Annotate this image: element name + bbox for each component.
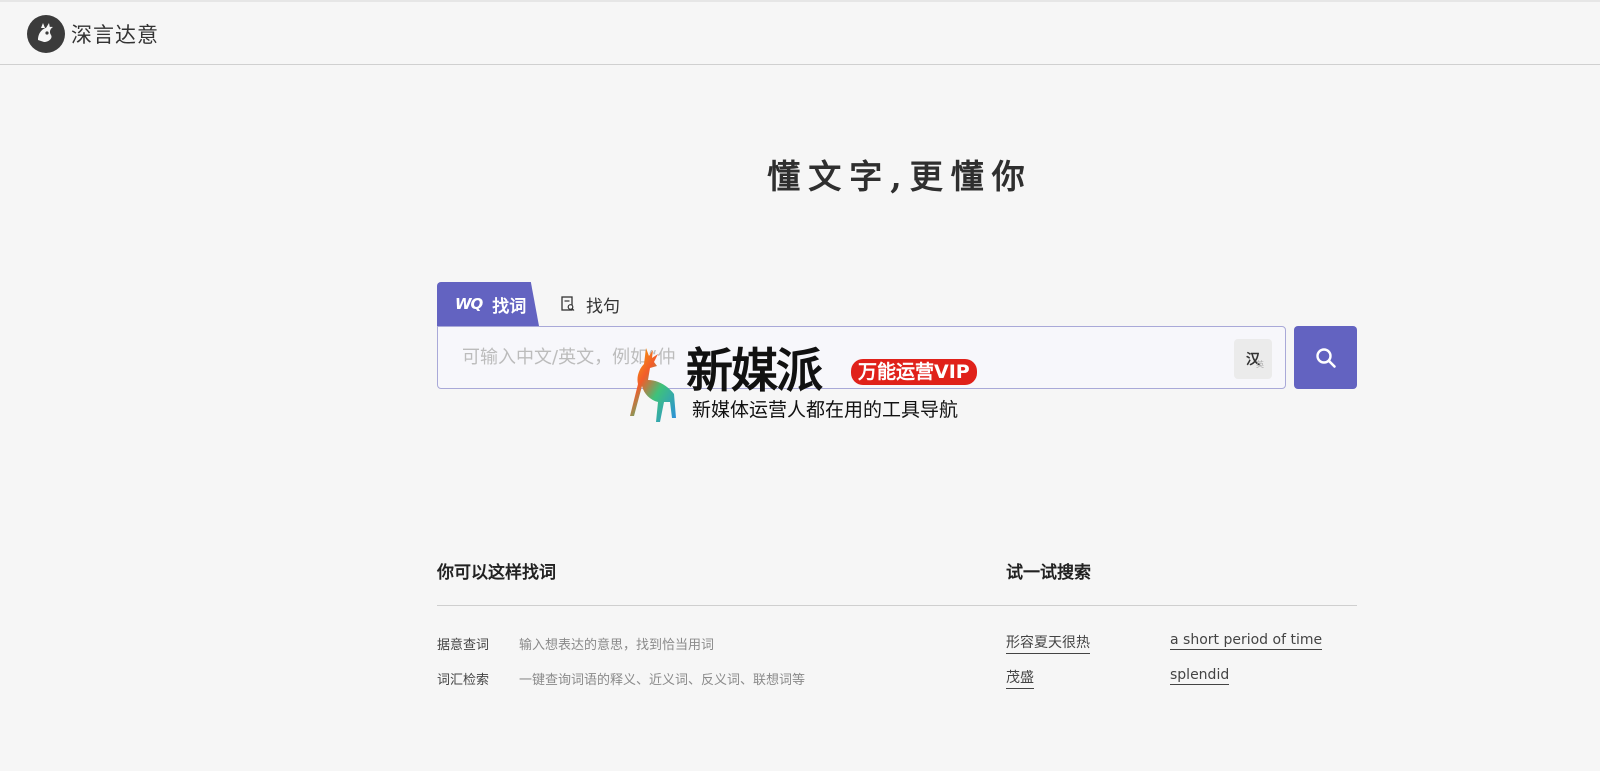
- wq-icon: WQ: [455, 295, 483, 313]
- search-tabs: WQ 找词 找句: [437, 282, 620, 326]
- tip-description: 一键查询词语的释义、近义词、反义词、联想词等: [519, 673, 806, 688]
- search-box: 汉 英: [437, 326, 1286, 389]
- tab-find-word[interactable]: WQ 找词: [437, 282, 539, 326]
- search-icon: [1315, 347, 1336, 368]
- brand-name: 深言达意: [71, 23, 159, 47]
- logo-icon: [27, 15, 65, 53]
- how-to-title: 你可以这样找词: [437, 563, 556, 583]
- watermark-subtitle: 新媒体运营人都在用的工具导航: [692, 399, 959, 421]
- try-search-link[interactable]: a short period of time: [1170, 632, 1323, 650]
- search-button[interactable]: [1294, 326, 1357, 389]
- logo[interactable]: 深言达意: [27, 15, 159, 53]
- try-search-link[interactable]: splendid: [1170, 667, 1230, 685]
- header: 深言达意: [0, 2, 1600, 65]
- tip-label: 据意查词: [437, 638, 490, 653]
- tip-description: 输入想表达的意思，找到恰当用词: [519, 638, 715, 653]
- tab-find-word-label: 找词: [492, 296, 527, 317]
- try-search-link[interactable]: 茂盛: [1006, 667, 1034, 689]
- tip-row: 词汇检索 一键查询词语的释义、近义词、反义词、联想词等: [437, 669, 805, 688]
- tip-label: 词汇检索: [437, 673, 490, 688]
- language-toggle-sub: 英: [1256, 360, 1264, 369]
- section-divider: [437, 605, 1357, 606]
- tab-find-sentence-label: 找句: [586, 296, 620, 317]
- language-toggle-button[interactable]: 汉 英: [1234, 339, 1272, 379]
- page-slogan: 懂文字,更懂你: [767, 157, 1033, 196]
- tab-find-sentence[interactable]: 找句: [539, 282, 620, 326]
- try-search-title: 试一试搜索: [1006, 563, 1091, 583]
- tip-row: 据意查词 输入想表达的意思，找到恰当用词: [437, 634, 714, 653]
- search-input[interactable]: [438, 327, 1218, 388]
- try-search-link[interactable]: 形容夏天很热: [1006, 632, 1090, 654]
- sentence-search-icon: [561, 296, 575, 312]
